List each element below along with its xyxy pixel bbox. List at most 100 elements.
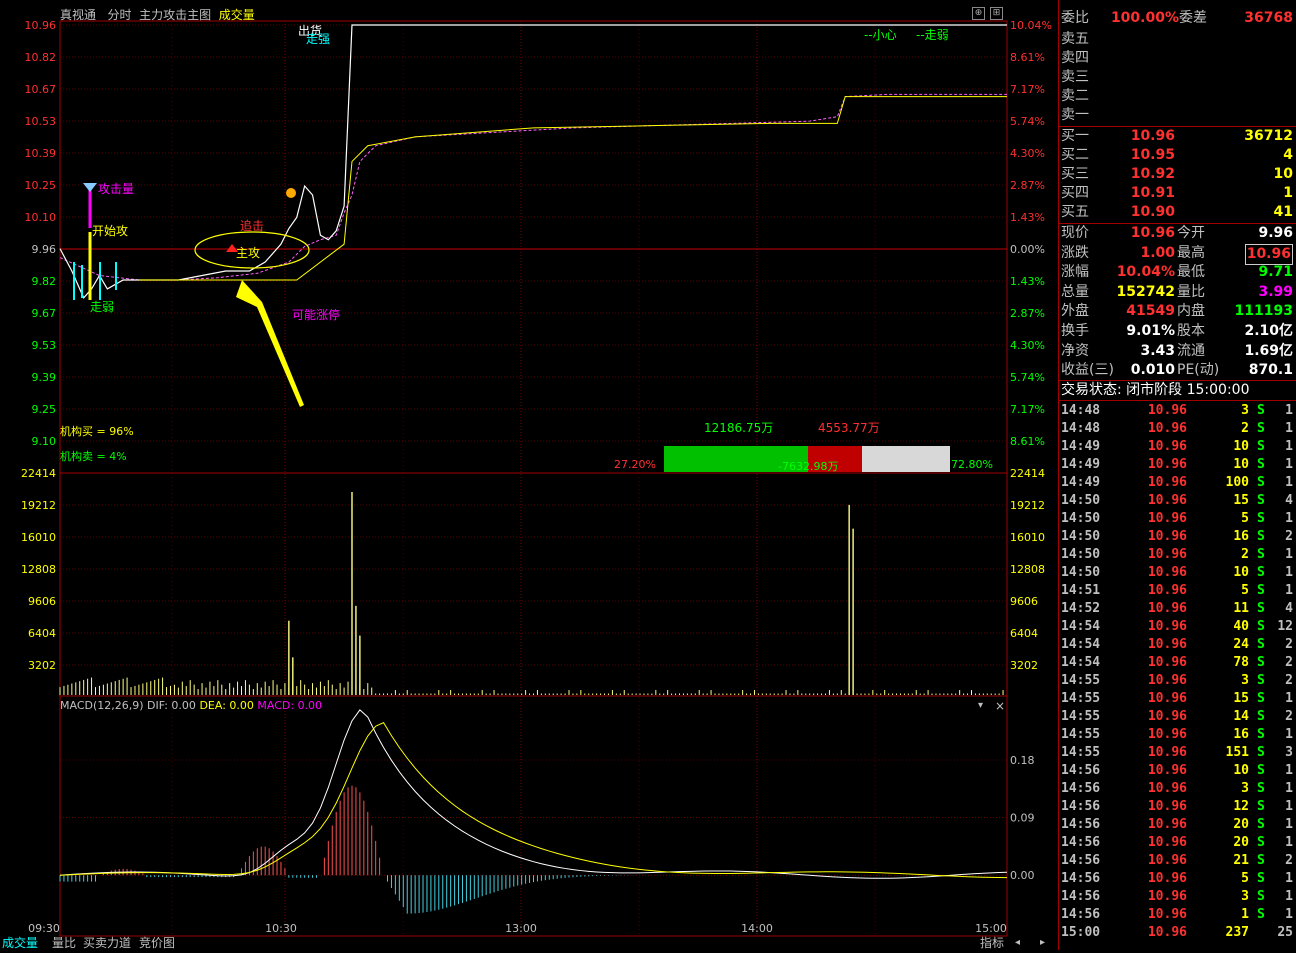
- y-tick-right: 5.74%: [1010, 115, 1045, 128]
- tab-next-icon[interactable]: ▸: [1040, 936, 1045, 950]
- x-tick: 09:30: [28, 922, 60, 935]
- tick-row: 14:56 10.96 10 S 1: [1059, 762, 1296, 780]
- stat-label: 收益(三): [1061, 362, 1114, 379]
- stat-value: 0.010: [1130, 362, 1175, 379]
- buy-level-row: 买三 10.92 10: [1059, 165, 1296, 184]
- chart-svg[interactable]: 10.96 10.04% 10.82 8.61% 10.67 7.17% 10.53 5.74…: [0, 0, 1057, 950]
- buy-level-volume: 1: [1283, 185, 1293, 201]
- tick-volume: 2: [1241, 547, 1249, 562]
- sell-level-row: 卖三: [1059, 68, 1296, 87]
- macd-close-icon[interactable]: ×: [995, 699, 1005, 713]
- tick-count: 3: [1285, 745, 1293, 760]
- sell-level-label: 卖四: [1061, 50, 1089, 66]
- tick-volume: 21: [1233, 853, 1249, 868]
- tick-row: 14:50 10.96 15 S 4: [1059, 492, 1296, 510]
- pct-right: 72.80%: [951, 458, 993, 471]
- vol-tick-right: 22414: [1010, 467, 1045, 480]
- tick-volume: 10: [1233, 565, 1249, 580]
- indicator-name[interactable]: 主力攻击主图: [139, 8, 211, 22]
- tab-volume[interactable]: 成交量: [2, 936, 38, 950]
- tick-volume: 24: [1233, 637, 1249, 652]
- tick-time: 14:56: [1061, 871, 1101, 886]
- tick-row: 14:56 10.96 20 S 1: [1059, 834, 1296, 852]
- tab-indicator[interactable]: 指标: [980, 936, 1004, 950]
- tick-time: 14:49: [1061, 457, 1101, 472]
- y-tick-right: 1.43%: [1010, 211, 1045, 224]
- tick-row: 14:54 10.96 78 S 2: [1059, 654, 1296, 672]
- y-tick-left: 9.67: [32, 307, 57, 320]
- y-tick-right: 8.61%: [1010, 51, 1045, 64]
- tick-volume: 2: [1241, 421, 1249, 436]
- stat-value: 10.04%: [1116, 264, 1175, 281]
- sell-flow-amount: 4553.77万: [818, 421, 880, 435]
- tick-row: 14:56 10.96 5 S 1: [1059, 870, 1296, 888]
- tick-volume: 3: [1241, 673, 1249, 688]
- yellow-arrow: [236, 280, 304, 407]
- stat-row: 外盘 41549 内盘 111193: [1059, 302, 1296, 321]
- tick-price: 10.96: [1147, 799, 1187, 814]
- tab-auction[interactable]: 竞价图: [139, 936, 175, 950]
- tick-count: 1: [1285, 781, 1293, 796]
- mode-label[interactable]: 分时: [107, 8, 131, 22]
- tick-direction: S: [1257, 511, 1265, 526]
- tick-price: 10.96: [1147, 925, 1187, 940]
- tab-prev-icon[interactable]: ◂: [1015, 936, 1020, 950]
- settings-icon[interactable]: ⊕: [972, 7, 985, 20]
- tick-price: 10.96: [1147, 817, 1187, 832]
- tick-row: 14:55 10.96 16 S 1: [1059, 726, 1296, 744]
- y-tick-left: 10.39: [25, 147, 57, 160]
- stat-value: 9.96: [1258, 225, 1293, 241]
- weibi-value: 100.00%: [1110, 10, 1179, 26]
- tab-trade-force[interactable]: 买卖力道: [83, 936, 131, 950]
- tick-price: 10.96: [1147, 763, 1187, 778]
- tick-price: 10.96: [1147, 871, 1187, 886]
- tick-price: 10.96: [1147, 619, 1187, 634]
- macd-value: MACD: 0.00: [257, 699, 323, 712]
- tick-row: 14:48 10.96 3 S 1: [1059, 402, 1296, 420]
- macd-dropdown-icon[interactable]: ▾: [978, 700, 983, 711]
- sell-level-row: 卖二: [1059, 87, 1296, 106]
- tick-volume: 151: [1225, 745, 1249, 760]
- zoom-icon[interactable]: ⊞: [990, 7, 1003, 20]
- y-tick-left: 10.10: [25, 211, 57, 224]
- vol-tick-left: 16010: [21, 531, 56, 544]
- tick-direction: S: [1257, 583, 1265, 598]
- tick-volume: 16: [1233, 529, 1249, 544]
- tick-row: 14:56 10.96 3 S 1: [1059, 888, 1296, 906]
- tick-row: 14:54 10.96 24 S 2: [1059, 636, 1296, 654]
- tick-volume: 78: [1233, 655, 1249, 670]
- tick-direction: S: [1257, 871, 1265, 886]
- tick-direction: S: [1257, 673, 1265, 688]
- tick-count: 1: [1285, 565, 1293, 580]
- tick-volume: 5: [1241, 871, 1249, 886]
- tick-row: 14:49 10.96 10 S 1: [1059, 456, 1296, 474]
- y-tick-right: 10.04%: [1010, 19, 1052, 32]
- tick-price: 10.96: [1147, 637, 1187, 652]
- stat-label: 流通: [1177, 342, 1205, 359]
- macd-header: MACD(12,26,9) DIF: 0.00 DEA: 0.00 MACD: …: [60, 699, 322, 712]
- tick-count: 1: [1285, 475, 1293, 490]
- stat-label: 最低: [1177, 264, 1205, 281]
- intraday-chart[interactable]: 10.96 10.04% 10.82 8.61% 10.67 7.17% 10.53 5.74…: [0, 0, 1057, 950]
- y-tick-right: 0.00%: [1010, 243, 1045, 256]
- stat-value: 111193: [1234, 303, 1293, 320]
- tick-count: 1: [1285, 547, 1293, 562]
- legend-weak: --走弱: [916, 28, 949, 42]
- trade-status-text: 交易状态: 闭市阶段 15:00:00: [1061, 382, 1250, 398]
- tick-row: 14:50 10.96 5 S 1: [1059, 510, 1296, 528]
- tick-row: 14:49 10.96 10 S 1: [1059, 438, 1296, 456]
- annotation-start-attack: 开始攻: [92, 224, 129, 238]
- buy-level-price: 10.95: [1130, 147, 1175, 163]
- buy-level-volume: 41: [1273, 204, 1293, 220]
- tab-volume-ratio[interactable]: 量比: [52, 936, 76, 950]
- chart-header: 真视通 分时 主力攻击主图 成交量: [60, 6, 255, 23]
- tick-direction: S: [1257, 421, 1265, 436]
- tick-count: 1: [1285, 727, 1293, 742]
- tick-count: 2: [1285, 673, 1293, 688]
- stat-value: 10.96: [1130, 225, 1175, 241]
- tick-volume: 20: [1233, 835, 1249, 850]
- tick-time: 14:56: [1061, 853, 1101, 868]
- tick-time: 14:54: [1061, 619, 1101, 634]
- vol-tick-left: 22414: [21, 467, 56, 480]
- y-tick-right: 8.61%: [1010, 435, 1045, 448]
